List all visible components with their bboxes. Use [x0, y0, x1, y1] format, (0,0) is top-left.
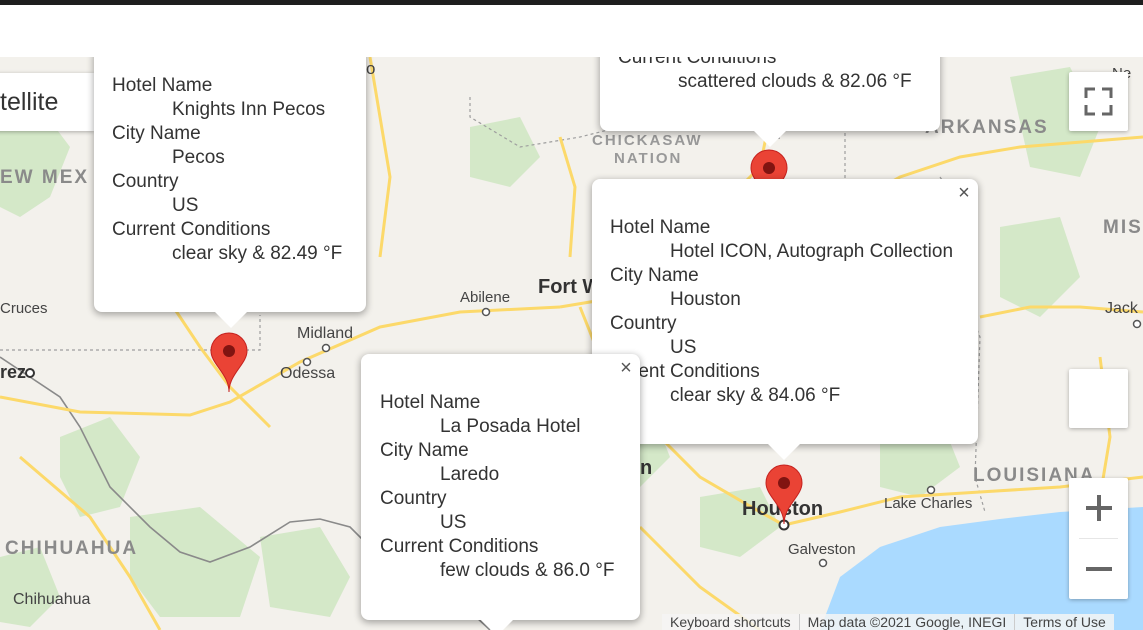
- map-pin-icon: [210, 332, 248, 393]
- city-name-label: City Name: [112, 123, 201, 144]
- city-label-juarez: rez: [0, 362, 27, 382]
- minus-icon: [1085, 567, 1112, 571]
- info-window-content: Hotel Name Knights Inn Pecos City Name P…: [112, 74, 342, 266]
- map-label-partial-o: o: [366, 59, 376, 78]
- info-window-tail: [481, 620, 513, 630]
- state-label-arkansas: ARKANSAS: [925, 117, 1049, 138]
- city-label-las-cruces: Cruces: [0, 300, 48, 317]
- conditions-label: rent Conditions: [632, 361, 760, 382]
- hotel-name-value: Knights Inn Pecos: [172, 99, 326, 120]
- hotel-name-label: Hotel Name: [380, 392, 481, 413]
- terms-of-use-link[interactable]: Terms of Use: [1014, 614, 1114, 630]
- keyboard-shortcuts-link[interactable]: Keyboard shortcuts: [662, 614, 799, 630]
- state-label-new-mexico: EW MEX: [0, 167, 90, 188]
- city-label-galveston: Galveston: [788, 541, 856, 558]
- info-window-tail: [768, 444, 800, 460]
- country-value: US: [440, 512, 467, 533]
- city-label-jackson: Jack: [1105, 300, 1138, 317]
- country-label: Country: [112, 171, 179, 192]
- map-attribution: Keyboard shortcuts Map data ©2021 Google,…: [662, 614, 1114, 630]
- zoom-in-button[interactable]: [1069, 478, 1128, 538]
- conditions-value: few clouds & 86.0 °F: [440, 560, 615, 581]
- country-value: US: [172, 195, 199, 216]
- hotel-name-value: La Posada Hotel: [440, 416, 581, 437]
- hotel-name-value: Hotel ICON, Autograph Collection: [670, 241, 954, 262]
- map-type-satellite-button[interactable]: tellite: [0, 73, 94, 131]
- close-icon[interactable]: ×: [341, 57, 363, 61]
- city-label-midland: Midland: [297, 325, 354, 342]
- info-window-content: Hotel Name Hotel ICON, Autograph Collect…: [610, 216, 953, 408]
- info-window-top: Current Conditions scattered clouds & 82…: [600, 57, 940, 147]
- close-icon[interactable]: ×: [953, 182, 975, 204]
- plus-icon: [1085, 495, 1112, 521]
- info-window-tail: [754, 131, 786, 147]
- city-label-lake-charles: Lake Charles: [884, 495, 973, 512]
- zoom-out-button[interactable]: [1069, 539, 1128, 599]
- state-label-mississippi: MIS: [1103, 217, 1143, 238]
- city-label-abilene: Abilene: [460, 289, 511, 306]
- zoom-control: [1069, 478, 1128, 599]
- map-type-label: tellite: [0, 88, 59, 116]
- conditions-value: clear sky & 84.06 °F: [670, 385, 841, 406]
- close-icon[interactable]: ×: [615, 357, 637, 379]
- conditions-label: Current Conditions: [618, 57, 777, 68]
- city-name-value: Pecos: [172, 147, 225, 168]
- map-canvas[interactable]: EW MEX CHICKASAW NATION N ARKANSAS MIS L…: [0, 57, 1143, 630]
- info-window-content: Current Conditions scattered clouds & 82…: [618, 57, 912, 94]
- conditions-label: Current Conditions: [112, 219, 271, 240]
- country-label: Country: [610, 313, 677, 334]
- map-data-text: Map data ©2021 Google, INEGI: [798, 614, 1015, 630]
- map-pin-icon: [765, 464, 803, 525]
- info-window-houston: × Hotel Name Hotel ICON, Autograph Colle…: [592, 179, 978, 460]
- city-name-label: City Name: [380, 440, 469, 461]
- info-window-content: Hotel Name La Posada Hotel City Name Lar…: [380, 391, 614, 583]
- street-view-button[interactable]: [1069, 369, 1128, 428]
- map-marker-pecos[interactable]: [210, 332, 248, 393]
- city-label-odessa: Odessa: [280, 365, 336, 382]
- fullscreen-button[interactable]: [1069, 72, 1128, 131]
- region-label-chickasaw-2: NATION: [614, 150, 683, 167]
- top-bar: [0, 0, 1143, 5]
- info-window-tail: [215, 312, 247, 328]
- city-name-label: City Name: [610, 265, 699, 286]
- city-label-chihuahua: Chihuahua: [13, 591, 91, 608]
- info-window-laredo: × Hotel Name La Posada Hotel City Name L…: [361, 354, 640, 630]
- map-label-partial-n: n: [640, 457, 653, 479]
- fullscreen-icon: [1084, 87, 1113, 116]
- country-label: Country: [380, 488, 447, 509]
- city-name-value: Laredo: [440, 464, 500, 485]
- info-window-pecos: × Hotel Name Knights Inn Pecos City Name…: [94, 57, 366, 328]
- country-value: US: [670, 337, 697, 358]
- conditions-value: clear sky & 82.49 °F: [172, 243, 343, 264]
- conditions-label: Current Conditions: [380, 536, 539, 557]
- state-label-chihuahua: CHIHUAHUA: [5, 538, 139, 559]
- conditions-value: scattered clouds & 82.06 °F: [678, 71, 912, 92]
- city-name-value: Houston: [670, 289, 741, 310]
- hotel-name-label: Hotel Name: [610, 217, 711, 238]
- map-marker-houston[interactable]: [765, 464, 803, 525]
- hotel-name-label: Hotel Name: [112, 75, 213, 96]
- region-label-chickasaw-1: CHICKASAW: [592, 132, 703, 149]
